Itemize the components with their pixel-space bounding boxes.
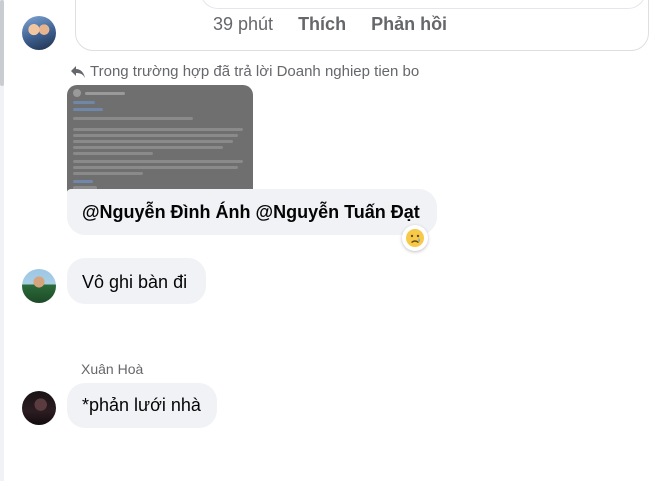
message-text: @Nguyễn Đình Ánh @Nguyễn Tuấn Đạt [82, 202, 420, 222]
scrollbar-track[interactable] [0, 0, 4, 481]
avatar[interactable] [22, 16, 56, 50]
message-bubble[interactable]: *phản lưới nhà [67, 383, 217, 428]
comment-actions: 39 phút Thích Phản hồi [213, 14, 447, 35]
message-text: *phản lưới nhà [82, 395, 201, 415]
reply-reference[interactable]: Trong trường hợp đã trả lời Doanh nghiep… [70, 63, 419, 80]
attached-image-header [73, 89, 125, 97]
avatar[interactable] [22, 391, 56, 425]
reply-reference-text: Trong trường hợp đã trả lời Doanh nghiep… [90, 63, 420, 80]
message-bubble[interactable]: @Nguyễn Đình Ánh @Nguyễn Tuấn Đạt [67, 189, 437, 235]
comment-timestamp[interactable]: 39 phút [213, 14, 273, 35]
sad-face-icon [406, 229, 424, 247]
avatar[interactable] [22, 269, 56, 303]
reply-arrow-icon [71, 65, 85, 78]
attached-image[interactable] [67, 85, 253, 199]
sender-name[interactable]: Xuân Hoà [81, 361, 143, 377]
message-text: Vô ghi bàn đi [82, 272, 188, 292]
message-bubble[interactable]: Vô ghi bàn đi [67, 258, 206, 304]
scrollbar-thumb[interactable] [0, 0, 4, 86]
reply-button[interactable]: Phản hồi [371, 14, 447, 35]
like-button[interactable]: Thích [298, 14, 346, 35]
previous-comment-bubble [200, 0, 646, 9]
sad-tear-emoji-icon[interactable] [402, 225, 428, 251]
